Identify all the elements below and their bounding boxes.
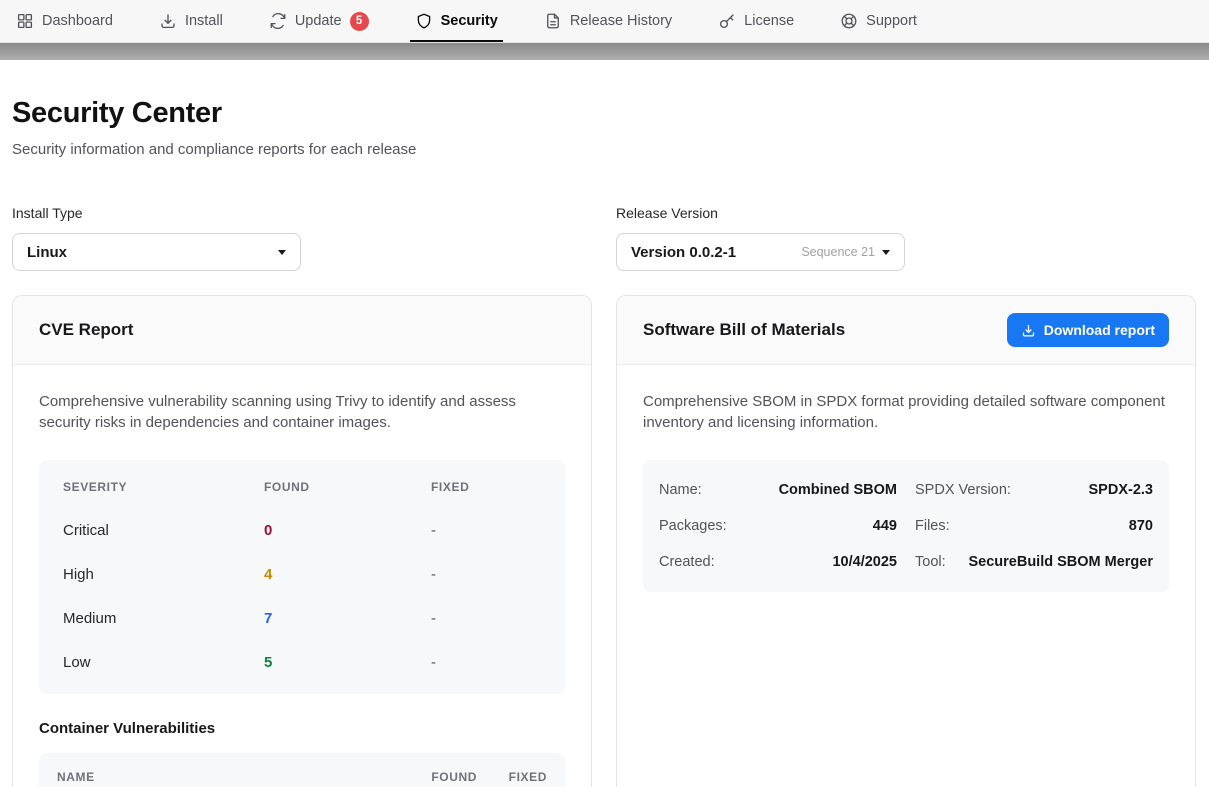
found-count: 4 (264, 566, 431, 583)
col-fixed: Fixed (431, 480, 541, 494)
tab-dashboard-label: Dashboard (42, 13, 113, 29)
main-content: Security Center Security information and… (0, 97, 1209, 787)
tab-security[interactable]: Security (415, 0, 498, 42)
col-fixed: Fixed (477, 770, 547, 784)
sbom-name-label: Name: (659, 482, 702, 498)
top-navbar: Dashboard Install Update 5 Security Rele… (0, 0, 1209, 43)
sbom-packages-value: 449 (873, 518, 897, 534)
sbom-files-value: 870 (1129, 518, 1153, 534)
release-version-value: Version 0.0.2-1 (631, 244, 736, 261)
download-report-label: Download report (1044, 322, 1155, 338)
cve-card-header: CVE Report (13, 296, 591, 365)
sbom-created-label: Created: (659, 554, 715, 570)
sbom-created-value: 10/4/2025 (832, 554, 897, 570)
fixed-count: - (431, 566, 541, 583)
table-row-low: Low 5 - (39, 641, 565, 685)
page-subtitle: Security information and compliance repo… (12, 141, 1197, 158)
container-vulnerabilities-title: Container Vulnerabilities (39, 720, 565, 737)
sbom-tool-value: SecureBuild SBOM Merger (968, 554, 1153, 570)
cve-card-body: Comprehensive vulnerability scanning usi… (13, 365, 591, 787)
cve-card-title: CVE Report (39, 320, 133, 340)
col-found: Found (387, 770, 477, 784)
tab-security-label: Security (441, 13, 498, 29)
tab-release-history[interactable]: Release History (544, 0, 672, 42)
severity-table-header: Severity Found Fixed (39, 465, 565, 509)
release-version-group: Release Version Version 0.0.2-1 Sequence… (616, 205, 1196, 271)
dashboard-icon (16, 12, 34, 30)
sbom-card: Software Bill of Materials Download repo… (616, 295, 1196, 787)
col-name: Name (57, 770, 387, 784)
table-row: Created: 10/4/2025 Tool: SecureBuild SBO… (659, 544, 1153, 580)
found-count: 5 (264, 654, 431, 671)
fixed-count: - (431, 654, 541, 671)
download-report-button[interactable]: Download report (1007, 313, 1169, 347)
cve-description: Comprehensive vulnerability scanning usi… (39, 391, 565, 434)
sbom-files-label: Files: (915, 518, 950, 534)
install-type-group: Install Type Linux (12, 205, 592, 271)
release-sequence-label: Sequence 21 (801, 245, 875, 259)
cve-report-card: CVE Report Comprehensive vulnerability s… (12, 295, 592, 787)
install-type-label: Install Type (12, 205, 592, 221)
tab-update[interactable]: Update 5 (269, 0, 369, 42)
sbom-details-table: Name: Combined SBOM SPDX Version: SPDX-2… (643, 460, 1169, 592)
sbom-card-body: Comprehensive SBOM in SPDX format provid… (617, 365, 1195, 618)
table-row: Packages: 449 Files: 870 (659, 508, 1153, 544)
severity-table: Severity Found Fixed Critical 0 - High 4… (39, 460, 565, 694)
table-row-critical: Critical 0 - (39, 509, 565, 553)
shield-icon (415, 12, 433, 30)
sbom-description: Comprehensive SBOM in SPDX format provid… (643, 391, 1169, 434)
sbom-name-value: Combined SBOM (779, 482, 897, 498)
fixed-count: - (431, 610, 541, 627)
sbom-packages-label: Packages: (659, 518, 727, 534)
release-version-select[interactable]: Version 0.0.2-1 Sequence 21 (616, 233, 905, 271)
tab-release-history-label: Release History (570, 13, 672, 29)
table-row: Name: Combined SBOM SPDX Version: SPDX-2… (659, 472, 1153, 508)
tab-support[interactable]: Support (840, 0, 917, 42)
tab-dashboard[interactable]: Dashboard (16, 0, 113, 42)
tab-license-label: License (744, 13, 794, 29)
tab-install-label: Install (185, 13, 223, 29)
download-icon (159, 12, 177, 30)
tab-license[interactable]: License (718, 0, 794, 42)
install-type-value: Linux (27, 244, 67, 261)
severity-name: Low (63, 654, 264, 671)
refresh-icon (269, 12, 287, 30)
install-type-select[interactable]: Linux (12, 233, 301, 271)
found-count: 7 (264, 610, 431, 627)
tab-support-label: Support (866, 13, 917, 29)
severity-name: Critical (63, 522, 264, 539)
sbom-tool-label: Tool: (915, 554, 946, 570)
sbom-card-title: Software Bill of Materials (643, 320, 845, 340)
key-icon (718, 12, 736, 30)
cards-row: CVE Report Comprehensive vulnerability s… (12, 295, 1197, 787)
found-count: 0 (264, 522, 431, 539)
sbom-spdx-version-value: SPDX-2.3 (1089, 482, 1153, 498)
filters-row: Install Type Linux Release Version Versi… (12, 205, 1197, 271)
update-count-badge: 5 (350, 12, 369, 31)
col-severity: Severity (63, 480, 264, 494)
table-row-medium: Medium 7 - (39, 597, 565, 641)
sbom-card-header: Software Bill of Materials Download repo… (617, 296, 1195, 365)
header-shadow-band (0, 43, 1209, 60)
table-row-high: High 4 - (39, 553, 565, 597)
fixed-count: - (431, 522, 541, 539)
severity-name: Medium (63, 610, 264, 627)
document-icon (544, 12, 562, 30)
download-icon (1021, 323, 1036, 338)
chevron-down-icon (278, 250, 286, 255)
col-found: Found (264, 480, 431, 494)
chevron-down-icon (882, 250, 890, 255)
lifebuoy-icon (840, 12, 858, 30)
severity-name: High (63, 566, 264, 583)
sbom-spdx-version-label: SPDX Version: (915, 482, 1011, 498)
page-title: Security Center (12, 97, 1197, 130)
tab-update-label: Update (295, 13, 342, 29)
container-table-header: Name Found Fixed (39, 753, 565, 787)
release-version-label: Release Version (616, 205, 1196, 221)
tab-install[interactable]: Install (159, 0, 223, 42)
